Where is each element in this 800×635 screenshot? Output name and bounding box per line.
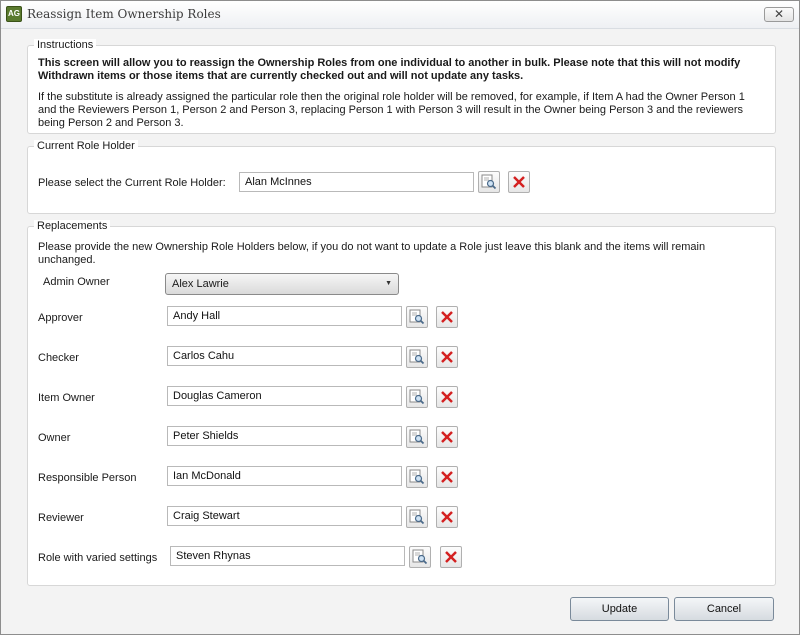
browse-icon <box>412 549 428 565</box>
role-label: Approver <box>38 312 83 324</box>
clear-x-icon <box>513 176 525 188</box>
current-holder-field[interactable] <box>239 172 474 192</box>
role-label: Reviewer <box>38 512 84 524</box>
close-button[interactable]: ✕ <box>764 7 794 22</box>
clear-x-icon <box>441 431 453 443</box>
clear-x-icon <box>445 551 457 563</box>
role-clear-button[interactable] <box>436 426 458 448</box>
browse-icon <box>409 509 425 525</box>
role-clear-button[interactable] <box>436 346 458 368</box>
role-browse-button[interactable] <box>406 426 428 448</box>
clear-x-icon <box>441 351 453 363</box>
title-bar: AG Reassign Item Ownership Roles ✕ <box>1 1 799 29</box>
browse-icon <box>409 389 425 405</box>
replacements-desc-line-1: Please provide the new Ownership Role Ho… <box>38 241 706 253</box>
role-field[interactable] <box>167 386 402 406</box>
role-browse-button[interactable] <box>406 506 428 528</box>
replacements-title: Replacements <box>34 220 111 232</box>
current-holder-browse-button[interactable] <box>478 171 500 193</box>
browse-icon <box>409 309 425 325</box>
role-field[interactable] <box>167 426 402 446</box>
role-label: Responsible Person <box>38 472 137 484</box>
role-clear-button[interactable] <box>436 466 458 488</box>
instructions-note-line-1: If the substitute is already assigned th… <box>38 91 745 103</box>
browse-icon <box>409 349 425 365</box>
current-holder-label: Please select the Current Role Holder: <box>38 177 226 189</box>
admin-owner-value: Alex Lawrie <box>172 278 229 290</box>
clear-x-icon <box>441 311 453 323</box>
instructions-bold-line-1: This screen will allow you to reassign t… <box>38 57 741 69</box>
role-browse-button[interactable] <box>406 346 428 368</box>
reassign-dialog: AG Reassign Item Ownership Roles ✕ Instr… <box>0 0 800 635</box>
window-title: Reassign Item Ownership Roles <box>27 7 221 21</box>
role-browse-button[interactable] <box>409 546 431 568</box>
role-field[interactable] <box>167 466 402 486</box>
admin-owner-select[interactable]: Alex Lawrie ▼ <box>165 273 399 295</box>
browse-icon <box>409 469 425 485</box>
role-browse-button[interactable] <box>406 466 428 488</box>
cancel-button[interactable]: Cancel <box>674 597 774 621</box>
browse-icon <box>409 429 425 445</box>
role-clear-button[interactable] <box>436 506 458 528</box>
clear-x-icon <box>441 511 453 523</box>
admin-owner-label: Admin Owner <box>43 276 110 288</box>
instructions-title: Instructions <box>34 39 97 51</box>
role-clear-button[interactable] <box>436 306 458 328</box>
role-field[interactable] <box>167 306 402 326</box>
update-button[interactable]: Update <box>570 597 669 621</box>
role-field[interactable] <box>167 346 402 366</box>
replacements-desc-line-2: unchanged. <box>38 254 96 266</box>
role-field[interactable] <box>167 506 402 526</box>
chevron-down-icon: ▼ <box>385 280 392 287</box>
role-label: Role with varied settings <box>38 552 158 564</box>
clear-x-icon <box>441 391 453 403</box>
instructions-note-line-3: being Person 2 and Person 3. <box>38 117 184 129</box>
browse-icon <box>481 174 497 190</box>
role-label: Checker <box>38 352 79 364</box>
replacements-group <box>27 226 776 586</box>
role-label: Owner <box>38 432 71 444</box>
role-browse-button[interactable] <box>406 306 428 328</box>
role-field[interactable] <box>170 546 405 566</box>
app-icon: AG <box>6 6 22 22</box>
clear-x-icon <box>441 471 453 483</box>
role-browse-button[interactable] <box>406 386 428 408</box>
role-label: Item Owner <box>38 392 95 404</box>
instructions-note-line-2: and the Reviewers Person 1, Person 2 and… <box>38 104 743 116</box>
current-holder-title: Current Role Holder <box>34 140 138 152</box>
role-clear-button[interactable] <box>440 546 462 568</box>
instructions-bold-line-2: Withdrawn items or those items that are … <box>38 70 524 82</box>
current-holder-clear-button[interactable] <box>508 171 530 193</box>
role-clear-button[interactable] <box>436 386 458 408</box>
